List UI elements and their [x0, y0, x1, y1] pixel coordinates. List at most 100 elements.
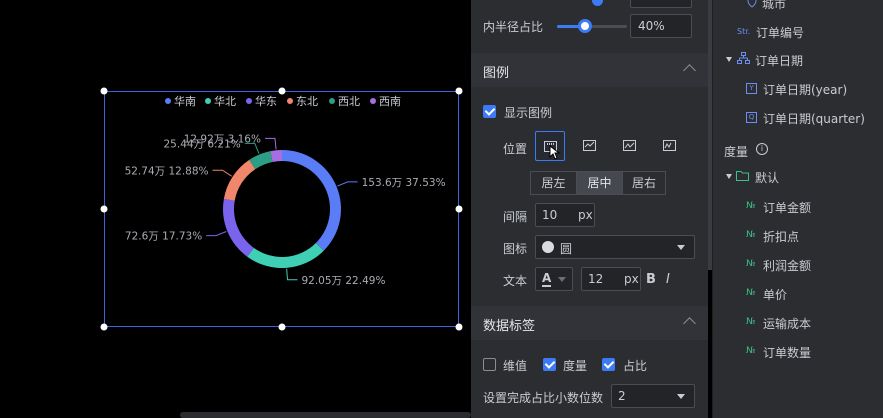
measure-type-icon: № [746, 259, 756, 269]
expand-triangle-icon[interactable] [726, 57, 732, 62]
dimension-value-label: 维值 [503, 359, 528, 373]
field-city[interactable]: 城市 [762, 0, 786, 12]
chart-settings-panel: 内半径占比 40% 图例 显示图例 位置 居左 居中 居右 间隔 10 px 图… [471, 0, 708, 418]
legend-left-icon [623, 140, 636, 151]
field-order-date-year[interactable]: 订单日期(year) [763, 81, 847, 98]
icon-select[interactable]: 圆 [535, 235, 695, 259]
legend-marker [370, 98, 376, 104]
legend-right-icon [663, 140, 676, 151]
legend-position-top-button[interactable] [535, 131, 565, 161]
measure-type-icon: № [746, 201, 756, 211]
inner-radius-slider-track[interactable] [557, 25, 627, 28]
inner-radius-slider-thumb[interactable] [578, 19, 592, 33]
legend-label: 东北 [296, 95, 318, 108]
mouse-cursor-icon [549, 145, 561, 160]
field-list-panel: 城市 Str. 订单编号 订单日期 Y 订单日期(year) Q 订单日期(qu… [712, 0, 883, 418]
folder-icon [736, 171, 749, 181]
donut-slice [223, 198, 254, 257]
canvas-horizontal-scrollbar[interactable] [180, 412, 471, 418]
field-order-date[interactable]: 订单日期 [755, 52, 803, 69]
leader-line [212, 169, 232, 177]
data-label: 12.92万 3.16% [184, 133, 261, 145]
legend-label: 华东 [255, 94, 277, 108]
measure-profit[interactable]: 利润金额 [763, 257, 811, 274]
chevron-down-icon [677, 394, 685, 399]
legend-position-bottom-button[interactable] [575, 131, 605, 161]
data-label: 72.6万 17.73% [125, 231, 202, 243]
text-size-input[interactable]: 12 px [581, 267, 641, 291]
legend-bottom-icon [583, 140, 596, 151]
circle-icon [542, 241, 554, 253]
location-pin-icon [747, 0, 757, 8]
align-right-button[interactable]: 居右 [622, 171, 666, 195]
spacing-value: 10 [542, 208, 558, 222]
measure-order-count[interactable]: 订单数量 [763, 344, 811, 361]
legend-position-left-button[interactable] [615, 131, 645, 161]
spacing-input[interactable]: 10 px [535, 203, 595, 227]
legend-position-right-button[interactable] [655, 131, 685, 161]
text-size-value: 12 [588, 272, 604, 286]
decimals-select[interactable]: 2 [611, 384, 695, 408]
italic-button[interactable]: I [666, 272, 670, 287]
dimension-value-checkbox[interactable] [483, 358, 496, 371]
percent-checkbox[interactable] [602, 358, 615, 371]
align-center-button[interactable]: 居中 [576, 171, 623, 195]
chevron-up-icon [683, 317, 696, 330]
measure-discount[interactable]: 折扣点 [763, 228, 799, 245]
donut-chart: 华南 华北 华东 东北 西北 西南 153.6万 37.53% 92.05万 22.49% 72… [125, 94, 446, 287]
measure-unit-price[interactable]: 单价 [763, 286, 787, 303]
chevron-down-icon [558, 277, 566, 282]
field-order-no[interactable]: 订单编号 [756, 24, 804, 41]
data-label-section-title: 数据标签 [483, 319, 536, 334]
legend-label: 华北 [214, 94, 236, 108]
legend-marker [165, 98, 171, 104]
align-left-button[interactable]: 居左 [530, 171, 577, 195]
legend-section-header[interactable]: 图例 [471, 53, 708, 87]
icon-select-value: 圆 [560, 242, 573, 256]
measure-checkbox[interactable] [543, 358, 556, 371]
measure-shipping-cost[interactable]: 运输成本 [763, 315, 811, 332]
spacing-label: 间隔 [503, 210, 528, 224]
folder-default[interactable]: 默认 [755, 169, 779, 186]
text-size-unit: px [624, 272, 639, 286]
inner-radius-input[interactable]: 40% [630, 14, 692, 38]
dashboard-canvas: 华南 华北 华东 东北 西北 西南 153.6万 37.53% 92.05万 22.49% 72… [0, 0, 471, 418]
show-legend-checkbox[interactable] [483, 105, 496, 118]
info-icon[interactable]: i [756, 143, 768, 155]
donut-slice [247, 242, 324, 268]
spacing-unit: px [578, 208, 593, 222]
legend-label: 华南 [174, 94, 196, 108]
partial-input-top[interactable] [630, 0, 692, 8]
partial-slider-thumb[interactable] [592, 0, 603, 6]
expand-triangle-icon[interactable] [726, 174, 732, 179]
legend-label: 西南 [379, 95, 401, 108]
legend-marker [287, 98, 293, 104]
text-label: 文本 [503, 274, 528, 288]
measure-type-icon: № [746, 288, 756, 298]
measure-order-amount[interactable]: 订单金额 [763, 199, 811, 216]
inner-radius-value: 40% [638, 19, 665, 33]
field-order-date-quarter[interactable]: 订单日期(quarter) [763, 110, 865, 127]
measure-label: 度量 [563, 359, 588, 373]
donut-slice [282, 150, 341, 251]
bold-button[interactable]: B [646, 272, 656, 287]
data-label: 153.6万 37.53% [362, 177, 446, 189]
legend-section-title: 图例 [483, 66, 510, 81]
show-legend-label: 显示图例 [504, 106, 553, 120]
inner-radius-label: 内半径占比 [483, 20, 544, 34]
chevron-up-icon [683, 64, 696, 77]
year-type-icon: Y [746, 83, 757, 94]
data-label: 92.05万 22.49% [301, 275, 385, 287]
text-color-icon: A [542, 271, 552, 287]
leader-line [206, 231, 227, 237]
legend-marker [329, 98, 335, 104]
data-label-section-header[interactable]: 数据标签 [471, 306, 708, 340]
quarter-type-icon: Q [746, 112, 757, 123]
measure-type-icon: № [746, 346, 756, 356]
percent-label: 占比 [623, 359, 648, 373]
text-color-picker[interactable]: A [535, 267, 573, 291]
leader-line [286, 268, 298, 281]
legend-marker [246, 98, 252, 104]
measure-type-icon: № [746, 317, 756, 327]
legend-marker [205, 98, 211, 104]
